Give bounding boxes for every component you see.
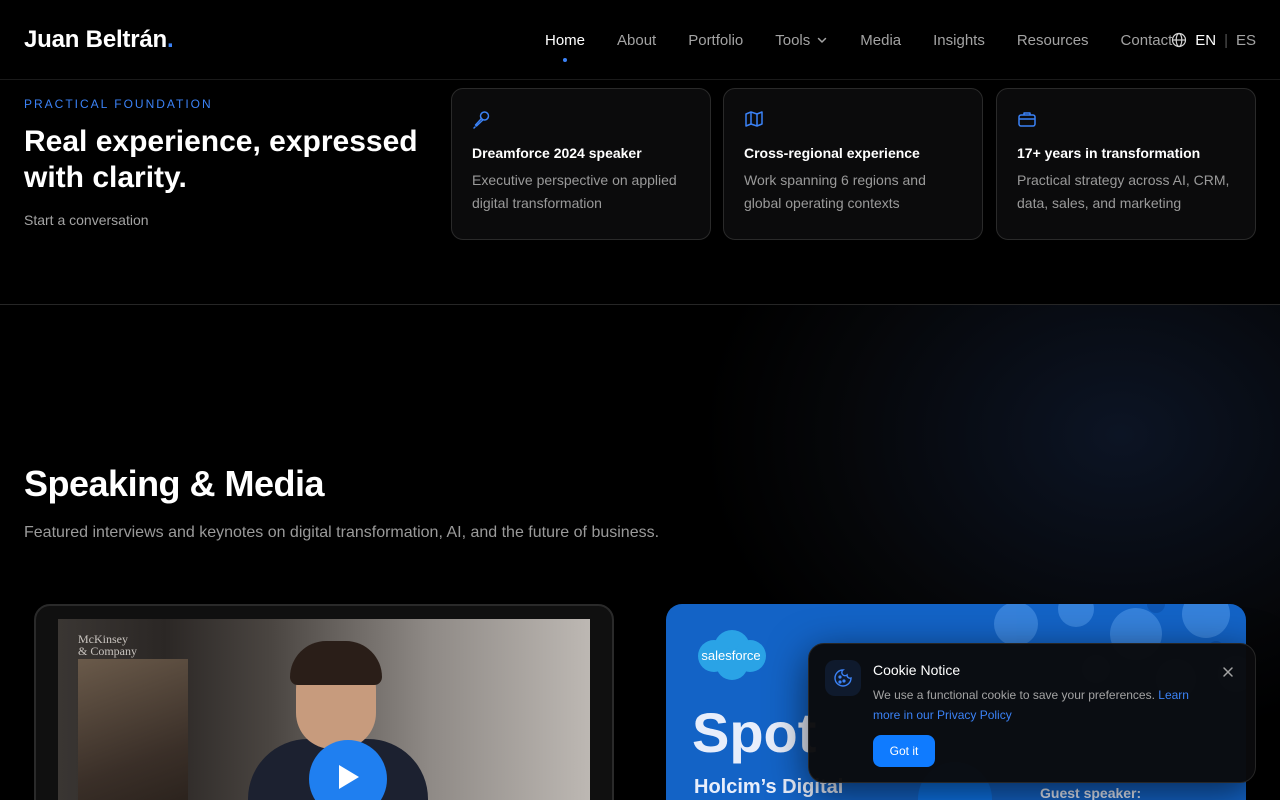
foundation-section: PRACTICAL FOUNDATION Real experience, ex… bbox=[0, 80, 1280, 305]
cookie-icon bbox=[825, 660, 861, 696]
section-eyebrow: PRACTICAL FOUNDATION bbox=[24, 97, 213, 111]
nav-item-home[interactable]: Home bbox=[545, 32, 585, 62]
language-switcher: EN | ES bbox=[1171, 0, 1256, 80]
media-subtitle: Featured interviews and keynotes on digi… bbox=[24, 524, 660, 541]
card-text: Executive perspective on applied digital… bbox=[472, 172, 677, 211]
salesforce-logo: salesforce bbox=[698, 630, 766, 680]
nav-item-resources[interactable]: Resources bbox=[1017, 32, 1089, 49]
cookie-title: Cookie Notice bbox=[873, 662, 961, 678]
media-title: Speaking & Media bbox=[24, 463, 325, 504]
microphone-icon bbox=[472, 109, 492, 129]
brand-name[interactable]: Juan Beltrán bbox=[24, 26, 167, 53]
highlight-card-speaker: Dreamforce 2024 speaker Executive perspe… bbox=[451, 88, 711, 240]
card-title: Cross-regional experience bbox=[744, 145, 920, 161]
chevron-down-icon bbox=[816, 34, 828, 46]
close-icon[interactable] bbox=[1221, 665, 1235, 679]
nav-item-portfolio[interactable]: Portfolio bbox=[688, 32, 743, 49]
nav-item-tools-label: Tools bbox=[775, 31, 811, 49]
card-text: Practical strategy across AI, CRM, data,… bbox=[1017, 172, 1230, 211]
language-en[interactable]: EN bbox=[1195, 32, 1216, 49]
highlight-card-regions: Cross-regional experience Work spanning … bbox=[723, 88, 983, 240]
section-headline: Real experience, expressed with clarity. bbox=[24, 125, 418, 194]
nav-item-media[interactable]: Media bbox=[860, 32, 901, 49]
briefcase-icon bbox=[1017, 109, 1037, 129]
card-title: 17+ years in transformation bbox=[1017, 145, 1201, 161]
cookie-message: We use a functional cookie to save your … bbox=[873, 688, 1155, 702]
play-icon bbox=[335, 763, 361, 796]
start-conversation-link[interactable]: Start a conversation bbox=[24, 212, 149, 228]
map-icon bbox=[744, 109, 764, 129]
language-separator: | bbox=[1224, 31, 1228, 49]
nav-item-insights[interactable]: Insights bbox=[933, 32, 985, 49]
card-text: Work spanning 6 regions and global opera… bbox=[744, 172, 926, 211]
highlight-card-years: 17+ years in transformation Practical st… bbox=[996, 88, 1256, 240]
watermark-line: & Company bbox=[78, 644, 137, 658]
background-painting bbox=[78, 659, 188, 800]
site-header: Juan Beltrán. Home About Portfolio Tools… bbox=[0, 0, 1280, 80]
globe-icon[interactable] bbox=[1171, 32, 1187, 48]
video-watermark: McKinsey & Company bbox=[78, 633, 137, 657]
speaker-hair bbox=[290, 641, 382, 685]
spotlight-title: Spot bbox=[692, 701, 817, 764]
video-card-interview[interactable]: McKinsey & Company bbox=[34, 604, 614, 800]
salesforce-logo-text: salesforce bbox=[701, 648, 760, 663]
nav-item-contact[interactable]: Contact bbox=[1121, 32, 1173, 49]
got-it-button[interactable]: Got it bbox=[873, 735, 935, 767]
main-nav: Home About Portfolio Tools Media Insight… bbox=[545, 0, 1204, 80]
language-es[interactable]: ES bbox=[1236, 32, 1256, 49]
cookie-notice: Cookie Notice We use a functional cookie… bbox=[808, 643, 1256, 783]
brand-logo[interactable]: Juan Beltrán. bbox=[24, 25, 174, 54]
nav-item-tools[interactable]: Tools bbox=[775, 32, 828, 49]
card-title: Dreamforce 2024 speaker bbox=[472, 145, 642, 161]
cookie-text: We use a functional cookie to save your … bbox=[873, 685, 1203, 725]
brand-dot: . bbox=[166, 25, 174, 53]
video-thumbnail[interactable]: McKinsey & Company bbox=[58, 619, 590, 800]
guest-speaker-label: Guest speaker: bbox=[1040, 785, 1142, 800]
nav-item-about[interactable]: About bbox=[617, 32, 656, 49]
